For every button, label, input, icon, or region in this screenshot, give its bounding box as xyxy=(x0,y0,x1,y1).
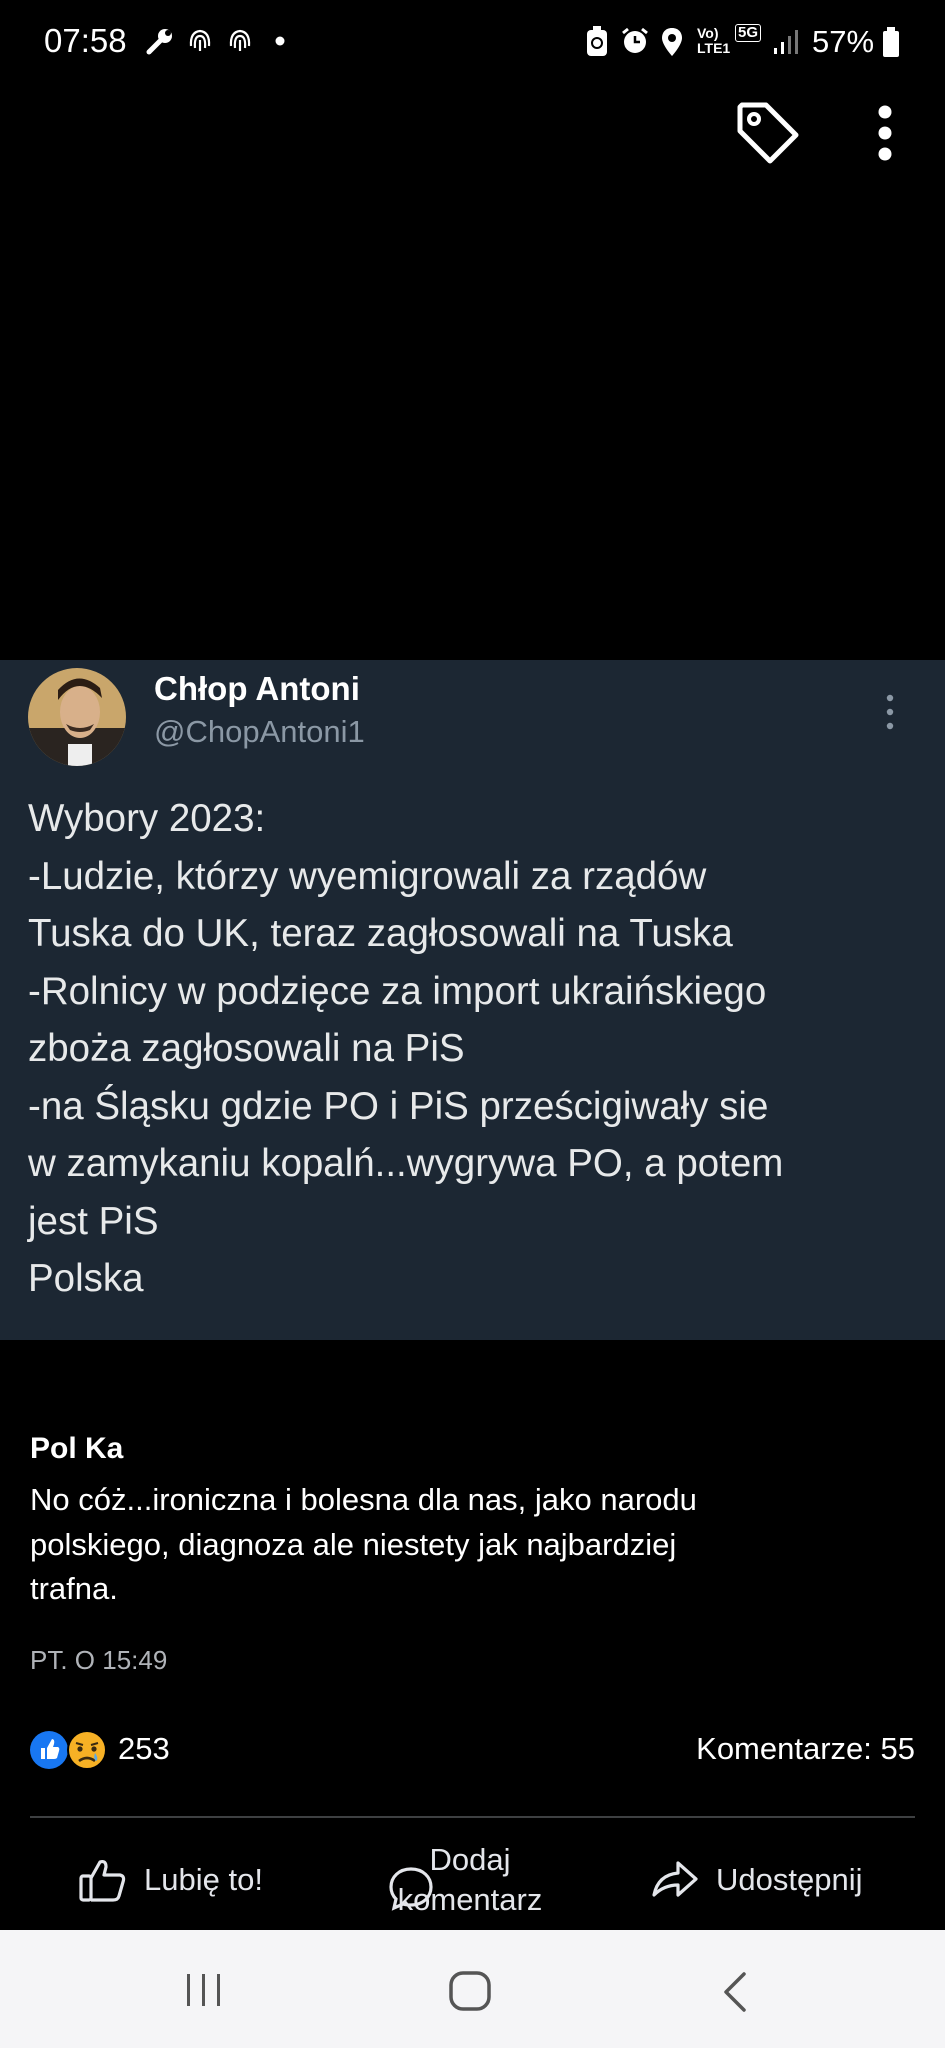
recent-apps-icon[interactable] xyxy=(184,1970,224,2010)
tweet-line: jest PiS xyxy=(28,1199,159,1243)
more-vertical-icon xyxy=(886,694,894,730)
alarm-icon xyxy=(622,27,648,53)
wrench-icon xyxy=(146,29,172,55)
post-text: No cóż...ironiczna i bolesna dla nas, ja… xyxy=(30,1478,910,1612)
post-line: trafna. xyxy=(30,1571,118,1606)
location-icon xyxy=(662,28,682,56)
dot-icon xyxy=(275,36,285,46)
thumbs-up-icon xyxy=(79,1859,126,1902)
post-author[interactable]: Pol Ka xyxy=(30,1432,123,1466)
status-bar: 07:58 Vo) LTE1 5G 57% xyxy=(0,0,945,90)
system-nav-bar xyxy=(0,1930,945,2048)
share-arrow-icon xyxy=(652,1861,698,1897)
tag-button[interactable] xyxy=(730,95,805,170)
volte-indicator: Vo) LTE1 xyxy=(697,25,731,56)
tweet-line: Polska xyxy=(28,1257,144,1300)
tweet-line: w zamykaniu kopalń...wygrywa PO, a potem xyxy=(28,1142,784,1185)
tweet-line: -na Śląsku gdzie PO i PiS prześcigiwały … xyxy=(28,1084,769,1128)
more-options-button[interactable] xyxy=(862,100,908,170)
tweet-author[interactable]: Chłop Antoni xyxy=(154,670,360,708)
post-line: polskiego, diagnoza ale niestety jak naj… xyxy=(30,1526,677,1562)
tweet-line: -Ludzie, którzy wyemigrowali za rządów xyxy=(28,854,707,898)
tweet-line: Wybory 2023: xyxy=(28,797,266,840)
more-vertical-icon xyxy=(878,105,892,161)
post-timestamp[interactable]: PT. O 15:49 xyxy=(30,1645,167,1676)
share-button[interactable]: Udostępnij xyxy=(650,1840,862,1920)
back-icon[interactable] xyxy=(720,1970,750,2014)
battery-saver-icon xyxy=(587,26,607,56)
share-label: Udostępnij xyxy=(716,1862,863,1897)
tweet-text: Wybory 2023: -Ludzie, którzy wyemigrowal… xyxy=(28,790,918,1308)
signal-icon xyxy=(774,30,798,54)
tweet-more-button[interactable] xyxy=(880,690,900,734)
avatar xyxy=(28,668,126,766)
battery-percent: 57% xyxy=(812,24,875,59)
divider xyxy=(30,1816,915,1818)
tweet-line: zboża zagłosowali na PiS xyxy=(28,1027,465,1070)
home-icon[interactable] xyxy=(448,1970,492,2014)
post-line: No cóż...ironiczna i bolesna dla nas, ja… xyxy=(30,1482,697,1517)
battery-icon xyxy=(883,27,899,57)
like-button[interactable]: Lubię to! xyxy=(78,1840,263,1920)
status-time: 07:58 xyxy=(44,22,127,59)
tweet-line: Tuska do UK, teraz zagłosowali na Tuska xyxy=(28,912,733,955)
comment-bubble-icon xyxy=(389,1867,433,1911)
reaction-icons[interactable] xyxy=(28,1727,113,1773)
reaction-count[interactable]: 253 xyxy=(118,1731,170,1767)
fingerprint-icon xyxy=(229,29,251,51)
tag-icon xyxy=(737,102,799,164)
add-comment-button[interactable]: Dodaj komentarz xyxy=(388,1840,570,1920)
network-5g: 5G xyxy=(735,24,762,42)
like-label: Lubię to! xyxy=(144,1862,263,1897)
tweet-line: -Rolnicy w podzięce za import ukraińskie… xyxy=(28,969,767,1013)
tweet-handle[interactable]: @ChopAntoni1 xyxy=(154,714,365,750)
fingerprint-icon xyxy=(189,29,211,51)
like-reaction-icon xyxy=(30,1730,107,1770)
comments-count[interactable]: Komentarze: 55 xyxy=(696,1731,915,1767)
